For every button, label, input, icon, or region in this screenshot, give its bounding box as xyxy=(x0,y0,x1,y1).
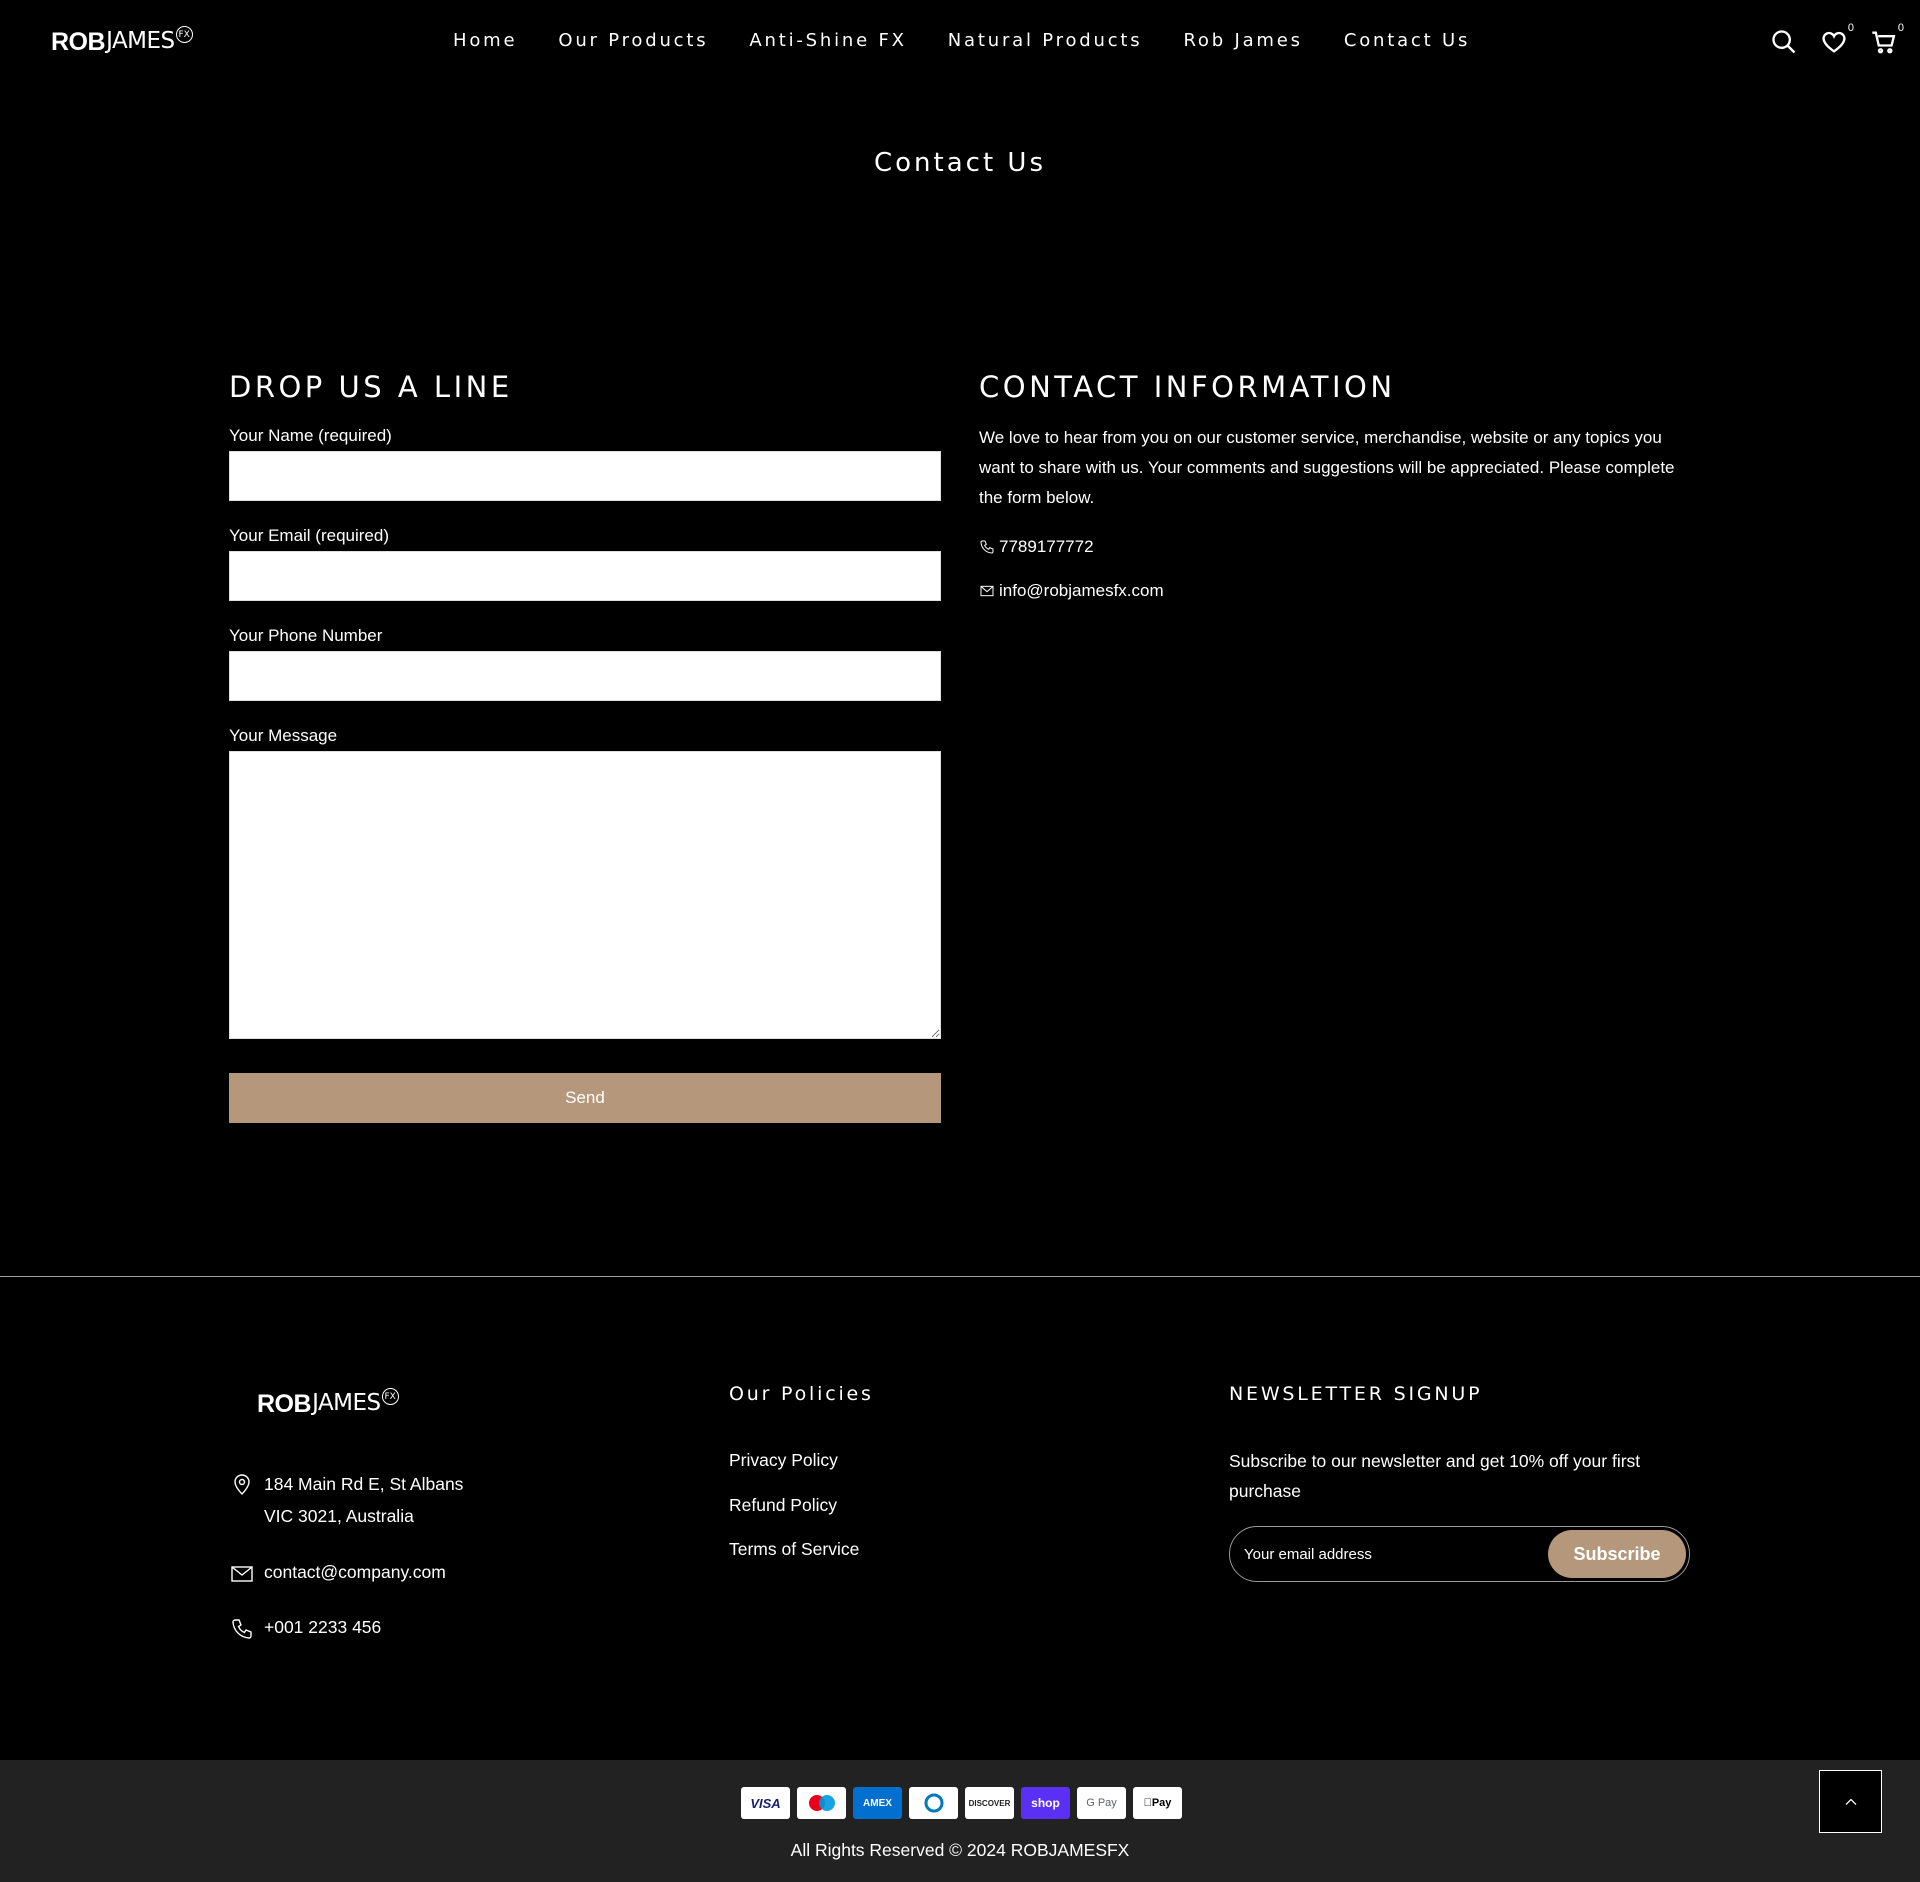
nav-home[interactable]: Home xyxy=(453,30,517,51)
wishlist-count: 0 xyxy=(1847,22,1854,34)
name-input[interactable] xyxy=(229,451,941,501)
email-label: Your Email (required) xyxy=(229,526,389,545)
mail-icon xyxy=(980,585,994,597)
google-pay-icon: G Pay xyxy=(1077,1787,1126,1819)
footer-divider xyxy=(0,1276,1920,1277)
phone-label: Your Phone Number xyxy=(229,626,383,645)
newsletter-email-input[interactable] xyxy=(1244,1527,1544,1581)
cart-count: 0 xyxy=(1897,22,1904,34)
discover-icon: DISCOVER xyxy=(965,1787,1014,1819)
nav-our-products[interactable]: Our Products xyxy=(558,30,708,51)
form-heading: DROP US A LINE xyxy=(229,370,513,404)
map-pin-icon xyxy=(234,1474,250,1495)
main-nav: Home Our Products Anti-Shine FX Natural … xyxy=(453,30,1511,51)
info-email[interactable]: info@robjamesfx.com xyxy=(999,581,1164,601)
send-button[interactable]: Send xyxy=(229,1073,941,1123)
footer-logo-thin: JAMES xyxy=(312,1390,381,1416)
contact-information: CONTACT INFORMATION We love to hear from… xyxy=(979,370,1691,601)
search-icon[interactable] xyxy=(1770,28,1798,56)
site-header: ROB JAMES FX Home Our Products Anti-Shin… xyxy=(0,0,1920,86)
info-phone[interactable]: 7789177772 xyxy=(999,537,1094,557)
name-label: Your Name (required) xyxy=(229,426,392,445)
footer-logo-badge: FX xyxy=(381,1388,399,1405)
logo-thin-text: JAMES xyxy=(106,28,175,54)
message-label: Your Message xyxy=(229,726,338,745)
footer-email[interactable]: contact@company.com xyxy=(264,1562,446,1586)
policies-title: Our Policies xyxy=(729,1383,874,1405)
email-input[interactable] xyxy=(229,551,941,601)
logo-badge: FX xyxy=(175,26,193,43)
message-textarea[interactable] xyxy=(229,751,941,1039)
site-logo[interactable]: ROB JAMES FX xyxy=(51,26,193,57)
phone-icon xyxy=(232,1619,252,1639)
info-phone-row: 7789177772 xyxy=(979,537,1691,557)
amex-icon: AMEX xyxy=(853,1787,902,1819)
envelope-icon xyxy=(231,1566,253,1582)
visa-icon: VISA xyxy=(741,1787,790,1819)
payment-icons: VISA AMEX DISCOVER shop G Pay Pay xyxy=(741,1787,1182,1819)
wishlist-heart-icon[interactable]: 0 xyxy=(1820,22,1854,56)
newsletter-form: Subscribe xyxy=(1229,1526,1690,1582)
refund-policy-link[interactable]: Refund Policy xyxy=(729,1495,837,1516)
phone-icon xyxy=(980,540,994,554)
info-heading: CONTACT INFORMATION xyxy=(979,370,1396,404)
back-to-top-button[interactable] xyxy=(1819,1770,1882,1833)
newsletter-title: NEWSLETTER SIGNUP xyxy=(1229,1383,1483,1405)
copyright-text: All Rights Reserved © 2024 ROBJAMESFX xyxy=(790,1840,1130,1860)
shop-pay-icon: shop xyxy=(1021,1787,1070,1819)
header-icons: 0 0 xyxy=(1770,22,1904,56)
footer-email-row: contact@company.com xyxy=(230,1562,446,1586)
nav-anti-shine-fx[interactable]: Anti-Shine FX xyxy=(749,30,906,51)
info-text: We love to hear from you on our customer… xyxy=(979,428,1675,507)
footer-phone[interactable]: +001 2233 456 xyxy=(264,1617,381,1641)
cart-icon[interactable]: 0 xyxy=(1870,22,1904,56)
footer-address-line1: 184 Main Rd E, St Albans xyxy=(264,1474,464,1494)
nav-natural-products[interactable]: Natural Products xyxy=(948,30,1143,51)
footer-phone-row: +001 2233 456 xyxy=(230,1617,381,1641)
contact-form: DROP US A LINE Your Name (required) Your… xyxy=(229,370,941,1123)
footer-address: 184 Main Rd E, St Albans VIC 3021, Austr… xyxy=(230,1472,463,1532)
chevron-up-icon xyxy=(1845,1798,1856,1805)
info-email-row: info@robjamesfx.com xyxy=(979,581,1691,601)
nav-contact-us[interactable]: Contact Us xyxy=(1344,30,1470,51)
phone-input[interactable] xyxy=(229,651,941,701)
terms-of-service-link[interactable]: Terms of Service xyxy=(729,1539,859,1560)
footer-logo[interactable]: ROB JAMES FX xyxy=(257,1388,399,1419)
apple-pay-icon: Pay xyxy=(1133,1787,1182,1819)
footer-address-line2: VIC 3021, Australia xyxy=(264,1506,414,1526)
privacy-policy-link[interactable]: Privacy Policy xyxy=(729,1450,838,1471)
maestro-icon xyxy=(797,1787,846,1819)
subscribe-button[interactable]: Subscribe xyxy=(1548,1530,1686,1578)
logo-bold-text: ROB xyxy=(51,28,106,56)
footer-logo-bold: ROB xyxy=(257,1390,312,1418)
diners-icon xyxy=(909,1787,958,1819)
page-title: Contact Us xyxy=(874,148,1046,178)
bottom-bar: VISA AMEX DISCOVER shop G Pay Pay All R… xyxy=(0,1760,1920,1882)
nav-rob-james[interactable]: Rob James xyxy=(1183,30,1302,51)
newsletter-text: Subscribe to our newsletter and get 10% … xyxy=(1229,1451,1641,1501)
